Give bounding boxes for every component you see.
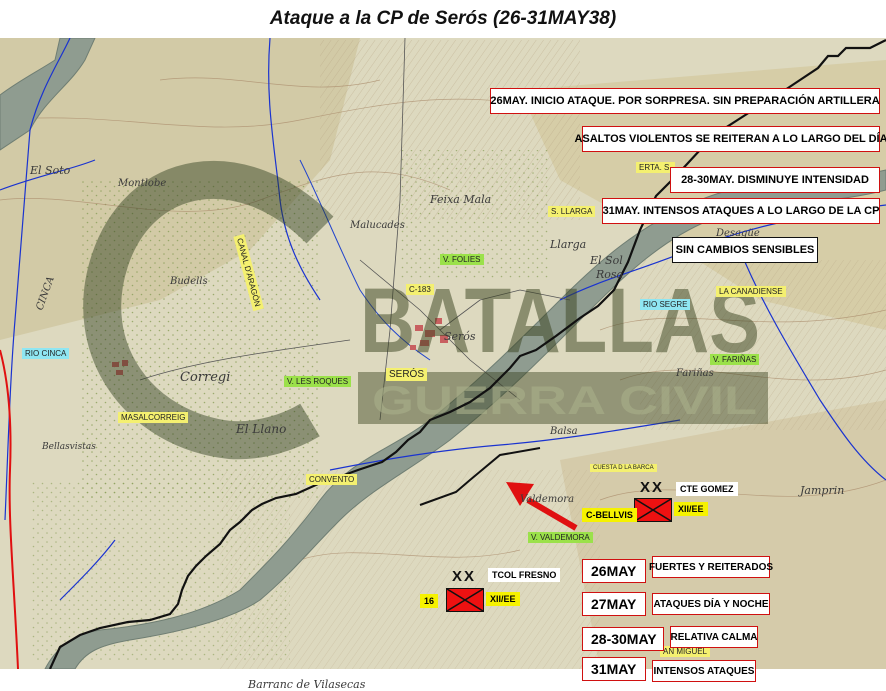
- watermark-text-bottom: GUERRA CIVIL: [372, 379, 757, 423]
- phase-27may-date: 27MAY: [582, 592, 646, 616]
- maptext-el-soto: El Soto: [30, 164, 71, 177]
- unit-fresno-symbol: [446, 588, 484, 612]
- tag-rio-cinca: RIO CINCA: [22, 348, 70, 359]
- unit-gomez-left: C-BELLVIS: [582, 508, 637, 522]
- tag-valdemora: V. VALDEMORA: [528, 532, 593, 543]
- maptext-valdemora: Valdemora: [520, 494, 575, 505]
- maptext-feixa: Feixa Mala: [430, 193, 492, 206]
- maptext-budells: Budells: [170, 276, 208, 287]
- tag-erta: ERTA. S.: [636, 162, 675, 173]
- note-26may-start: 26MAY. INICIO ATAQUE. POR SORPRESA. SIN …: [490, 88, 880, 114]
- tag-convento: CONVENTO: [306, 474, 358, 485]
- tag-masalcorreig: MASALCORREIG: [118, 412, 189, 423]
- maptext-malucades: Malucades: [350, 220, 405, 231]
- maptext-seros: Serós: [444, 330, 476, 343]
- infantry-cross-icon: [447, 589, 483, 611]
- unit-gomez-echelon: XX: [640, 479, 665, 496]
- unit-fresno-name: TCOL FRESNO: [488, 568, 561, 582]
- maptext-bellasvistas: Bellasvistas: [42, 442, 96, 452]
- tag-llarga: S. LLARGA: [548, 206, 596, 217]
- phase-26may-desc: FUERTES Y REITERADOS: [649, 556, 773, 578]
- maptext-corregi: Corregi: [180, 370, 231, 385]
- tag-folies: V. FOLIES: [440, 254, 484, 265]
- infantry-cross-icon: [635, 499, 671, 521]
- tag-rio-segre: RIO SEGRE: [640, 299, 691, 310]
- unit-gomez-right: XII/EE: [674, 502, 708, 516]
- maptext-llarga: Llarga: [550, 238, 587, 251]
- unit-fresno-echelon: XX: [452, 568, 477, 585]
- unit-gomez-name: CTE GOMEZ: [676, 482, 738, 496]
- tag-les-roques: V. LES ROQUES: [284, 376, 352, 387]
- tag-seros: SERÓS: [386, 368, 428, 381]
- maptext-rosa: Rosa: [596, 268, 624, 281]
- phase-31may-date: 31MAY: [582, 657, 646, 681]
- maptext-jamprin: Jamprin: [800, 484, 845, 497]
- maptext-barranco: Barranc de Vilasecas: [248, 678, 366, 691]
- maptext-el-llano: El Llano: [236, 422, 287, 436]
- phase-28-30may-desc: RELATIVA CALMA: [670, 626, 758, 648]
- phase-31may-desc: INTENSOS ATAQUES: [652, 660, 756, 682]
- unit-fresno-left: 16: [420, 594, 439, 608]
- maptext-el-sol: El Sol: [590, 254, 623, 267]
- maptext-montlobe: Montlobe: [118, 178, 167, 189]
- phase-26may-date: 26MAY: [582, 559, 646, 583]
- phase-27may-desc: ATAQUES DÍA Y NOCHE: [652, 593, 770, 615]
- maptext-farinas: Fariñas: [676, 368, 714, 379]
- note-31may: 31MAY. INTENSOS ATAQUES A LO LARGO DE LA…: [602, 198, 880, 224]
- map-title: Ataque a la CP de Serós (26-31MAY38): [269, 8, 617, 29]
- phase-28-30may-date: 28-30MAY: [582, 627, 664, 651]
- maptext-balsa: Balsa: [550, 426, 578, 437]
- map-area: BATALLAS GUERRA CIVIL El Soto Montlobe B…: [0, 38, 886, 691]
- note-no-changes: SIN CAMBIOS SENSIBLES: [672, 237, 818, 263]
- tag-farinas: V. FARIÑAS: [710, 354, 760, 365]
- note-28-30may: 28-30MAY. DISMINUYE INTENSIDAD: [670, 167, 880, 193]
- unit-fresno-right: XII/EE: [486, 592, 520, 606]
- tag-c183: C-183: [406, 284, 434, 295]
- note-repeated-assaults: ASALTOS VIOLENTOS SE REITERAN A LO LARGO…: [574, 126, 886, 152]
- tag-cuesta: CUESTA D LA BARCA: [590, 464, 657, 472]
- tag-canadiense: LA CANADIENSE: [716, 286, 786, 297]
- unit-gomez-symbol: [634, 498, 672, 522]
